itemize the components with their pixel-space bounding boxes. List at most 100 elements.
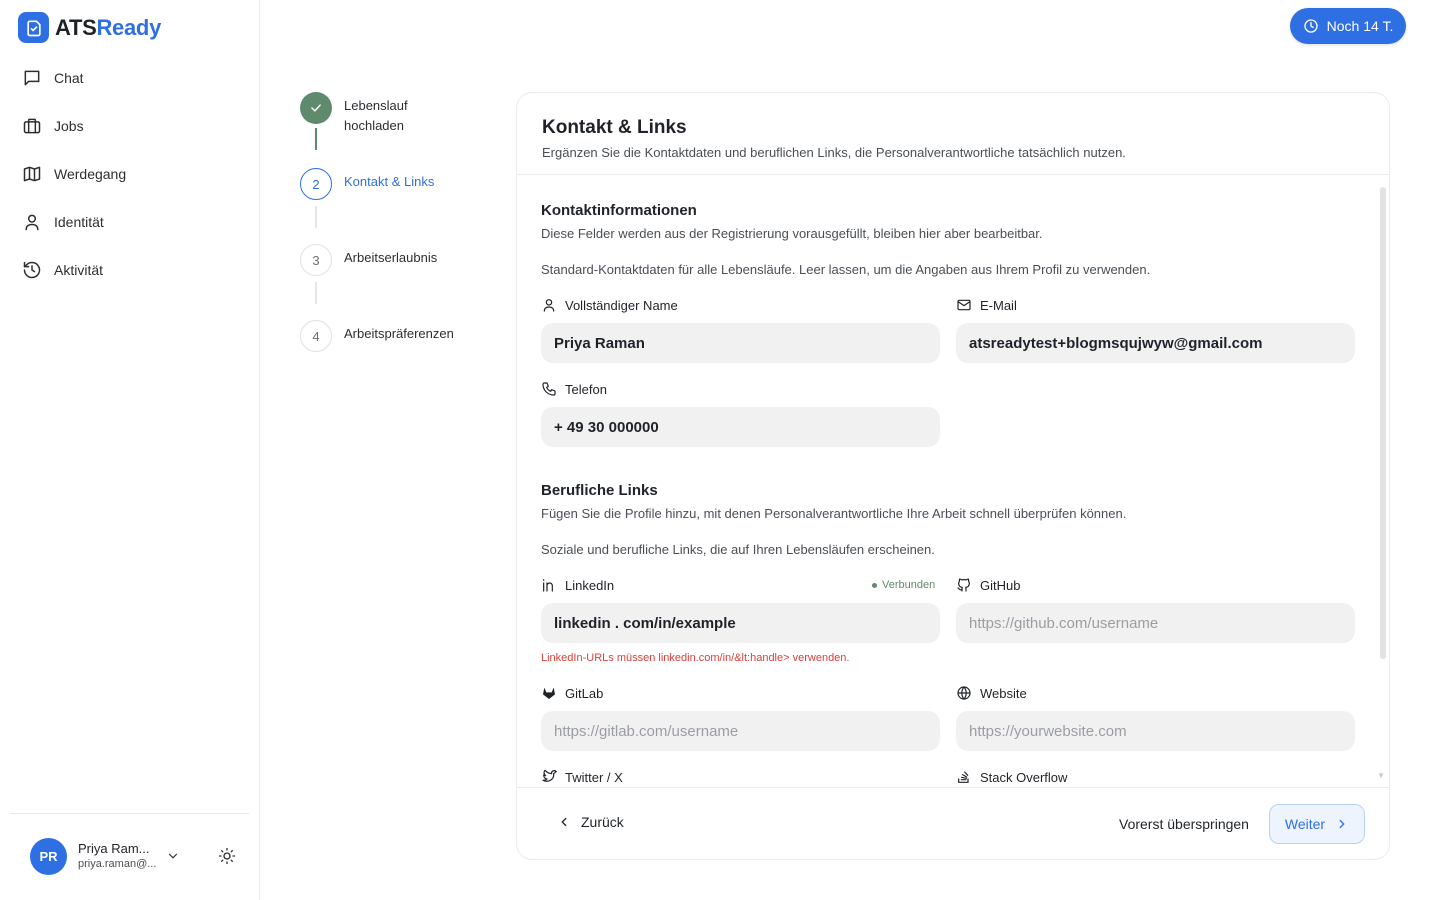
sidebar-item-identitaet[interactable]: Identität: [12, 200, 248, 244]
step-number: 3: [300, 244, 332, 276]
gitlab-icon: [543, 687, 555, 699]
back-button[interactable]: Zurück: [557, 814, 624, 830]
status-dot: [872, 582, 877, 588]
briefcase-icon: [23, 118, 41, 134]
step-connector: [315, 128, 317, 150]
sidebar-item-label: Werdegang: [54, 166, 127, 182]
github-label: GitHub: [956, 577, 1020, 593]
sidebar-item-label: Chat: [54, 70, 84, 86]
sidebar-item-label: Jobs: [54, 118, 84, 134]
gitlab-label: GitLab: [541, 685, 603, 701]
name-label-text: Vollständiger Name: [565, 297, 678, 313]
app-root: ATSReady Chat Jobs Werdegang Identität A…: [0, 0, 1440, 900]
linkedin-label: LinkedIn: [541, 577, 614, 593]
linkedin-error-message: LinkedIn-URLs müssen linkedin.com/in/&lt…: [541, 652, 850, 664]
linkedin-input-field[interactable]: [541, 603, 940, 643]
scrollbar[interactable]: [1380, 187, 1386, 659]
next-button-label: Weiter: [1284, 816, 1326, 832]
linkedin-icon: [543, 579, 553, 592]
sidebar-item-werdegang[interactable]: Werdegang: [12, 152, 248, 196]
card-title: Kontakt & Links: [542, 117, 687, 138]
sidebar-nav: Chat Jobs Werdegang Identität Aktivität: [12, 56, 248, 296]
linkedin-status-badge: Verbunden: [872, 579, 935, 591]
phone-input[interactable]: [541, 407, 940, 447]
mail-icon: [957, 299, 971, 311]
user-name: Priya Ram...: [78, 841, 150, 856]
contact-links-card: Kontakt & Links Ergänzen Sie die Kontakt…: [516, 92, 1390, 860]
twitter-icon: [542, 769, 557, 782]
user-email: priya.raman@...: [78, 858, 157, 870]
logo-text: ATSReady: [55, 15, 161, 41]
logo-icon: [18, 12, 49, 43]
card-body[interactable]: ▼ Kontaktinformationen Diese Felder werd…: [517, 175, 1389, 787]
card-footer: Zurück Vorerst überspringen Weiter: [517, 787, 1389, 859]
globe-icon: [957, 686, 971, 700]
step-number: 2: [300, 168, 332, 200]
card-header: Kontakt & Links Ergänzen Sie die Kontakt…: [517, 93, 1389, 175]
phone-label: Telefon: [541, 381, 607, 397]
sidebar-item-label: Aktivität: [54, 262, 104, 278]
user-info: Priya Ram... priya.raman@...: [78, 841, 156, 872]
theme-toggle-button[interactable]: [216, 845, 238, 867]
logo[interactable]: ATSReady: [18, 12, 161, 43]
email-label-text: E-Mail: [980, 297, 1017, 313]
sidebar: ATSReady Chat Jobs Werdegang Identität A…: [0, 0, 260, 900]
avatar: PR: [30, 838, 67, 875]
website-label: Website: [956, 685, 1027, 701]
phone-icon: [542, 382, 556, 396]
next-button[interactable]: Weiter: [1269, 804, 1365, 844]
website-input[interactable]: [956, 711, 1355, 751]
step-done-indicator: [300, 92, 332, 124]
logo-text-part1: ATS: [55, 14, 97, 40]
links-section-hint: Soziale und berufliche Links, die auf Ih…: [541, 542, 935, 557]
sidebar-item-label: Identität: [54, 214, 104, 230]
twitter-label-text: Twitter / X: [565, 769, 623, 785]
github-label-text: GitHub: [980, 577, 1021, 593]
sidebar-item-aktivitaet[interactable]: Aktivität: [12, 248, 248, 292]
step-number: 4: [300, 320, 332, 352]
step-label: Arbeitserlaubnis: [344, 250, 438, 265]
user-icon: [543, 299, 555, 312]
contact-section-hint: Standard-Kontaktdaten für alle Lebensläu…: [541, 262, 1151, 277]
map-icon: [23, 166, 41, 182]
github-icon: [957, 578, 970, 592]
chevron-down-icon: [168, 853, 178, 859]
email-input[interactable]: [956, 323, 1355, 363]
linkedin-label-text: LinkedIn: [565, 577, 615, 593]
github-input[interactable]: [956, 603, 1355, 643]
trial-badge[interactable]: Noch 14 T.: [1290, 8, 1406, 44]
step-label: Lebenslauf hochladen: [344, 98, 408, 133]
step-label: Arbeitspräferenzen: [344, 326, 454, 341]
sidebar-divider: [10, 813, 249, 814]
gitlab-input[interactable]: [541, 711, 940, 751]
links-section-title: Berufliche Links: [541, 482, 658, 499]
card-subtitle: Ergänzen Sie die Kontaktdaten und berufl…: [542, 145, 1126, 160]
stackoverflow-label-text: Stack Overflow: [980, 769, 1068, 785]
step-label: Kontakt & Links: [344, 174, 435, 189]
scroll-down-arrow[interactable]: ▼: [1377, 771, 1385, 780]
full-name-input[interactable]: [541, 323, 940, 363]
email-label: E-Mail: [956, 297, 1017, 313]
step-connector: [315, 206, 317, 228]
user-menu[interactable]: PR Priya Ram... priya.raman@...: [30, 838, 178, 875]
website-label-text: Website: [980, 685, 1027, 701]
step-connector: [315, 282, 317, 304]
chevron-right-icon: [1339, 819, 1345, 829]
history-icon: [23, 261, 41, 279]
back-button-label: Zurück: [581, 814, 624, 830]
skip-button[interactable]: Vorerst überspringen: [1119, 816, 1249, 832]
sidebar-item-chat[interactable]: Chat: [12, 56, 248, 100]
trial-label: Noch 14 T.: [1326, 18, 1394, 34]
linkedin-status-text: Verbunden: [882, 579, 936, 591]
links-section-subtitle: Fügen Sie die Profile hinzu, mit denen P…: [541, 506, 1127, 521]
clock-icon: [1303, 19, 1318, 33]
chat-icon: [24, 70, 40, 86]
phone-label-text: Telefon: [565, 381, 607, 397]
check-icon: [311, 104, 321, 112]
twitter-label: Twitter / X: [541, 769, 623, 785]
contact-section-subtitle: Diese Felder werden aus der Registrierun…: [541, 226, 1043, 241]
sidebar-item-jobs[interactable]: Jobs: [12, 104, 248, 148]
stack-overflow-icon: [958, 771, 969, 783]
contact-section-title: Kontaktinformationen: [541, 202, 697, 219]
user-icon: [25, 214, 39, 231]
